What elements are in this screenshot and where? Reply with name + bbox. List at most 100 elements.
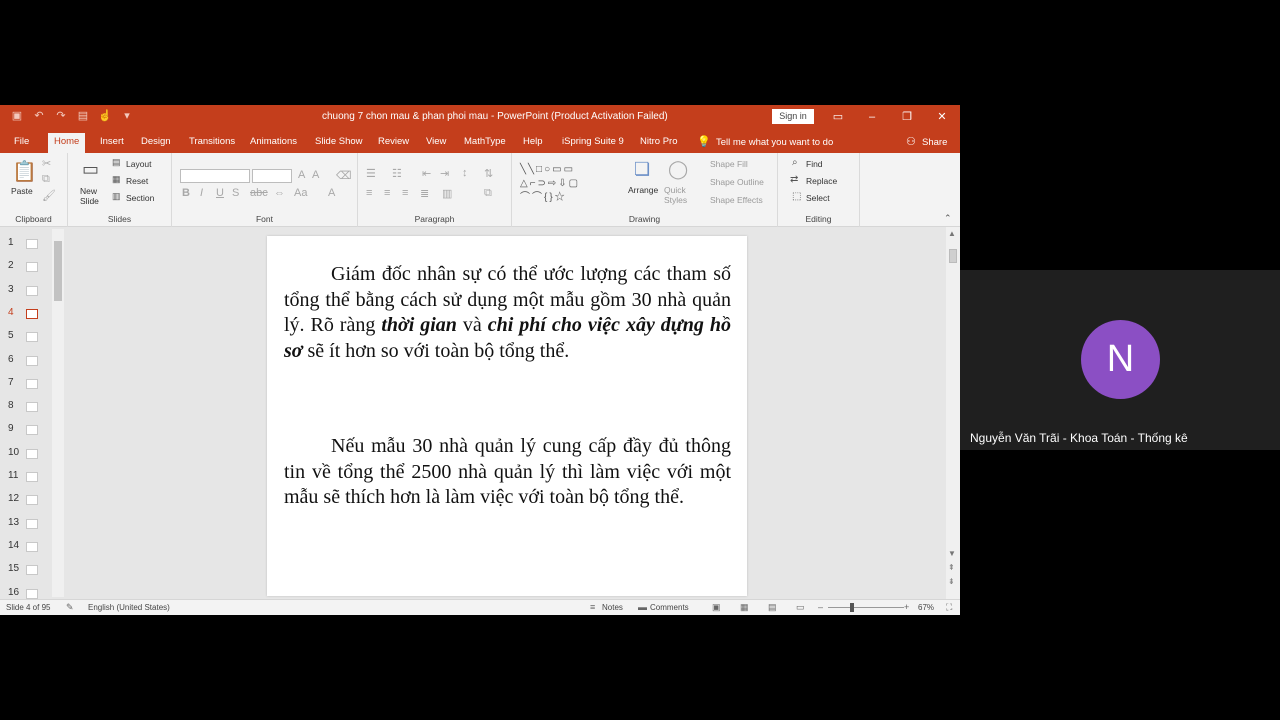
shapes-gallery[interactable]: ╲╲□○▭▭ △⌐⊃⇨⇩▢ ⌒⌒{}☆ — [520, 163, 620, 207]
tab-transitions[interactable]: Transitions — [183, 133, 241, 153]
slide-thumbnail[interactable] — [26, 448, 38, 459]
zoom-out-icon[interactable]: – — [818, 602, 823, 612]
increase-indent-icon[interactable]: ⇥ — [440, 167, 449, 180]
columns-icon[interactable]: ▥ — [442, 187, 452, 200]
close-icon[interactable]: ✕ — [932, 108, 952, 126]
slide-thumbnail[interactable] — [26, 378, 38, 389]
copy-icon[interactable]: ⧉ — [42, 173, 50, 186]
slide-thumbnail[interactable] — [26, 518, 38, 529]
slide-thumbnail-number[interactable]: 11 — [8, 470, 18, 481]
slide-sorter-icon[interactable]: ▦ — [740, 602, 749, 613]
tab-mathtype[interactable]: MathType — [458, 133, 512, 153]
slide-thumbnail-number[interactable]: 4 — [8, 307, 14, 318]
slide-thumbnail[interactable] — [26, 402, 38, 413]
slide-thumbnail[interactable] — [26, 425, 38, 436]
strikethrough-icon[interactable]: abc — [250, 187, 268, 199]
slide-thumbnail-number[interactable]: 13 — [8, 517, 19, 528]
reading-view-icon[interactable]: ▤ — [768, 602, 777, 613]
slide-thumbnail[interactable] — [26, 332, 38, 343]
slide-thumbnail-number[interactable]: 1 — [8, 237, 14, 248]
bullets-icon[interactable]: ☰ — [366, 167, 376, 180]
tell-me-search[interactable]: Tell me what you want to do — [716, 137, 833, 148]
clear-format-icon[interactable]: ⌫ — [336, 169, 352, 182]
spell-check-icon[interactable]: ✎ — [66, 602, 74, 613]
slide-paragraph-1[interactable]: Giám đốc nhân sự có thể ước lượng các th… — [284, 262, 731, 364]
restore-icon[interactable]: ❐ — [897, 108, 917, 126]
tab-animations[interactable]: Animations — [244, 133, 303, 153]
smartart-icon[interactable]: ⧉ — [484, 187, 492, 200]
slide-canvas[interactable]: Giám đốc nhân sự có thể ước lượng các th… — [267, 236, 747, 596]
find-button[interactable]: Find — [806, 159, 823, 169]
participant-tile[interactable]: N Nguyễn Văn Trãi - Khoa Toán - Thống kê — [960, 270, 1280, 450]
text-direction-icon[interactable]: ⇅ — [484, 167, 493, 180]
slide-thumbnail-number[interactable]: 3 — [8, 284, 14, 295]
slide-thumbnail[interactable] — [26, 355, 38, 366]
slide-thumbnail-number[interactable]: 10 — [8, 447, 19, 458]
format-painter-icon[interactable]: 🖌 — [42, 189, 56, 202]
zoom-slider[interactable] — [828, 607, 904, 608]
collapse-ribbon-icon[interactable]: ⌃ — [944, 213, 952, 224]
tab-view[interactable]: View — [420, 133, 452, 153]
notes-button[interactable]: Notes — [602, 603, 623, 612]
arrange-button[interactable]: Arrange — [628, 185, 658, 195]
layout-button[interactable]: Layout — [126, 159, 152, 169]
slide-thumbnail-number[interactable]: 12 — [8, 493, 19, 504]
tab-file[interactable]: File — [8, 133, 35, 153]
replace-button[interactable]: Replace — [806, 176, 837, 186]
normal-view-icon[interactable]: ▣ — [712, 602, 721, 613]
paste-icon[interactable]: 📋 — [12, 159, 37, 184]
minimize-icon[interactable]: – — [862, 108, 882, 126]
slide-thumbnail[interactable] — [26, 239, 38, 249]
tab-help[interactable]: Help — [517, 133, 549, 153]
shape-outline-button[interactable]: Shape Outline — [710, 177, 764, 187]
change-case-icon[interactable]: Aa — [294, 187, 307, 199]
prev-slide-icon[interactable]: ⇞ — [948, 563, 955, 572]
scroll-up-icon[interactable]: ▲ — [948, 229, 956, 238]
align-left-icon[interactable]: ≡ — [366, 187, 372, 199]
slide-thumbnail-number[interactable]: 9 — [8, 423, 14, 434]
decrease-indent-icon[interactable]: ⇤ — [422, 167, 431, 180]
slide-thumbnail-number[interactable]: 14 — [8, 540, 19, 551]
tab-nitro[interactable]: Nitro Pro — [634, 133, 683, 153]
slide-thumbnail-number[interactable]: 6 — [8, 354, 14, 365]
increase-font-icon[interactable]: A — [298, 169, 305, 181]
slide-thumbnail[interactable] — [26, 541, 38, 552]
slide-thumbnail-number[interactable]: 8 — [8, 400, 14, 411]
slide-thumbnail[interactable] — [26, 308, 38, 319]
font-size-dropdown[interactable] — [252, 169, 292, 183]
undo-icon[interactable]: ↶ — [32, 109, 46, 122]
paste-button[interactable]: Paste — [11, 186, 33, 196]
select-button[interactable]: Select — [806, 193, 830, 203]
zoom-in-icon[interactable]: + — [904, 602, 909, 612]
fit-slide-icon[interactable]: ⛶ — [946, 602, 952, 613]
zoom-level[interactable]: 67% — [918, 603, 934, 612]
scroll-down-icon[interactable]: ▼ — [948, 549, 956, 558]
tab-review[interactable]: Review — [372, 133, 415, 153]
zoom-slider-thumb[interactable] — [850, 603, 854, 612]
slide-paragraph-2[interactable]: Nếu mẫu 30 nhà quản lý cung cấp đầy đủ t… — [284, 434, 731, 511]
numbering-icon[interactable]: ☷ — [392, 167, 402, 180]
font-color-icon[interactable]: A — [328, 187, 335, 199]
section-button[interactable]: Section — [126, 193, 154, 203]
new-slide-icon[interactable]: ▭ — [82, 159, 99, 180]
font-name-dropdown[interactable] — [180, 169, 250, 183]
slide-thumbnail-number[interactable]: 16 — [8, 587, 19, 598]
slide-scroll-thumb[interactable] — [949, 249, 957, 263]
quick-styles-icon[interactable]: ◯ — [668, 159, 688, 180]
decrease-font-icon[interactable]: A — [312, 169, 319, 181]
tab-ispring[interactable]: iSpring Suite 9 — [556, 133, 630, 153]
tab-slide-show[interactable]: Slide Show — [309, 133, 369, 153]
slide-thumbnail[interactable] — [26, 285, 38, 296]
italic-icon[interactable]: I — [200, 187, 203, 199]
cut-icon[interactable]: ✂ — [42, 157, 51, 170]
ribbon-display-icon[interactable]: ▭ — [828, 108, 848, 126]
new-slide-button[interactable]: New Slide — [80, 186, 110, 206]
shape-fill-button[interactable]: Shape Fill — [710, 159, 748, 169]
slide-thumbnail[interactable] — [26, 495, 38, 506]
justify-icon[interactable]: ≣ — [420, 187, 429, 200]
slide-scrollbar[interactable]: ▲ ▼ ⇞ ⇟ — [946, 227, 960, 599]
next-slide-icon[interactable]: ⇟ — [948, 577, 955, 586]
save-icon[interactable]: ▣ — [10, 109, 24, 122]
slide-thumbnail[interactable] — [26, 588, 38, 599]
slide-thumbnail-number[interactable]: 15 — [8, 563, 19, 574]
